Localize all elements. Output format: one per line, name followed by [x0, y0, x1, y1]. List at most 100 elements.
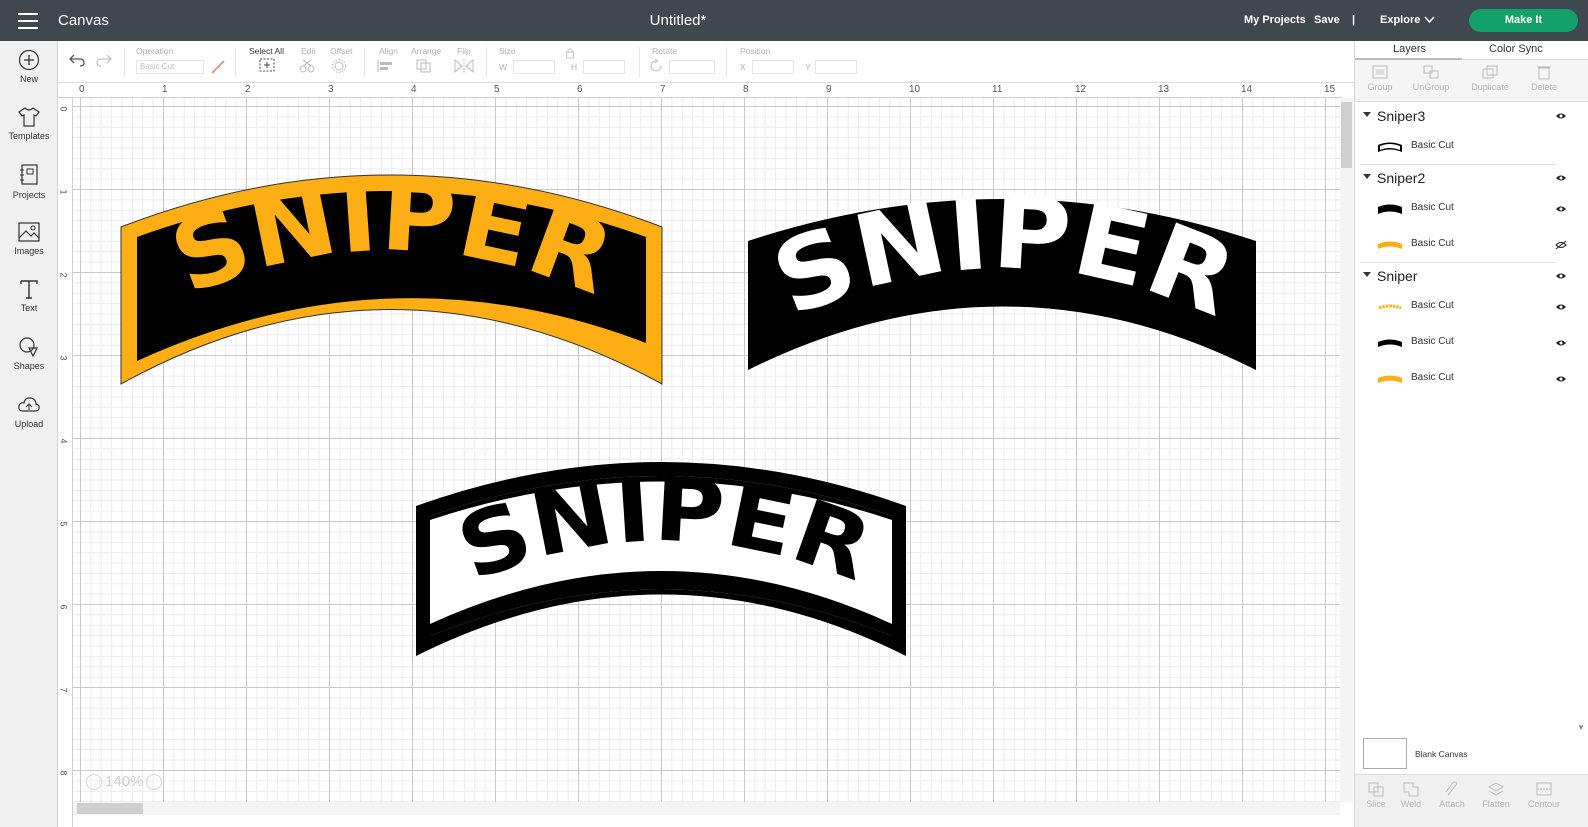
layer-name: Basic Cut [1411, 336, 1454, 347]
tab-color-sync[interactable]: Color Sync [1489, 43, 1543, 55]
ruler-mark: 0 [58, 106, 69, 112]
eye-icon[interactable] [1555, 303, 1567, 311]
weld-button[interactable]: Weld [1390, 781, 1432, 809]
eye-hidden-icon[interactable] [1555, 240, 1567, 250]
delete-button[interactable]: Delete [1519, 64, 1569, 92]
chevron-down-icon [1424, 16, 1435, 24]
flip-icon[interactable] [453, 58, 477, 73]
shapes-icon [19, 337, 38, 358]
width-input[interactable] [513, 60, 555, 74]
layer-name: Basic Cut [1411, 238, 1454, 249]
scroll-thumb[interactable] [77, 803, 143, 814]
attach-button[interactable]: Attach [1431, 781, 1473, 809]
sidebar-item-images[interactable]: Images [0, 221, 58, 256]
sidebar-item-label: New [19, 74, 38, 84]
layer-row[interactable]: Basic Cut [1355, 289, 1588, 325]
layer-group-header[interactable]: Sniper3 [1355, 103, 1588, 129]
lock-icon[interactable] [565, 47, 575, 59]
ruler-mark: 2 [245, 84, 251, 95]
operation-label: Operation [136, 46, 174, 56]
action-label: Flatten [1482, 799, 1510, 809]
x-label: X [740, 62, 746, 72]
ungroup-button[interactable]: UnGroup [1406, 64, 1456, 92]
collapse-caret-icon[interactable] [1363, 272, 1371, 277]
flatten-button[interactable]: Flatten [1475, 781, 1517, 809]
sidebar-item-label: Shapes [13, 361, 45, 371]
blank-canvas-swatch[interactable] [1363, 738, 1407, 769]
top-ruler: 0 1 2 3 4 5 6 7 8 9 10 11 12 13 14 15 [58, 83, 1342, 98]
weld-icon [1403, 782, 1419, 797]
sidebar-item-text[interactable]: Text [0, 278, 58, 313]
rotate-input[interactable] [669, 60, 715, 74]
zoom-in-icon[interactable] [146, 773, 163, 790]
scroll-thumb[interactable] [1341, 102, 1352, 168]
arrange-icon[interactable] [415, 58, 437, 73]
sidebar-item-projects[interactable]: Projects [0, 163, 58, 200]
offset-icon[interactable] [331, 58, 353, 73]
layer-row[interactable]: Basic Cut [1355, 325, 1588, 361]
zoom-out-icon[interactable] [86, 773, 102, 790]
sidebar-item-upload[interactable]: Upload [0, 394, 58, 429]
layer-row[interactable]: Basic Cut [1355, 129, 1588, 165]
ruler-mark: 6 [58, 604, 69, 610]
sidebar-item-templates[interactable]: Templates [0, 106, 58, 141]
eye-icon[interactable] [1555, 205, 1567, 213]
vertical-scrollbar[interactable] [1340, 98, 1353, 802]
action-label: Weld [1400, 799, 1422, 809]
ruler-mark: 8 [743, 84, 749, 95]
size-label: Size [499, 46, 516, 56]
group-button[interactable]: Group [1355, 64, 1405, 92]
eye-icon[interactable] [1555, 174, 1567, 182]
save-button[interactable]: Save [1314, 14, 1340, 26]
my-projects-link[interactable]: My Projects [1244, 14, 1306, 26]
sidebar-item-shapes[interactable]: Shapes [0, 336, 58, 371]
layer-thumbnail [1378, 304, 1402, 310]
document-title[interactable]: Untitled* [0, 12, 1356, 29]
zoom-level: 140% [105, 773, 144, 790]
duplicate-button[interactable]: Duplicate [1465, 64, 1515, 92]
layer-group-sniper[interactable]: Sniper Basic Cut Basic Cut Basic Cut [1355, 263, 1588, 397]
edit-scissors-icon[interactable] [298, 58, 320, 73]
layer-row[interactable]: Basic Cut [1355, 191, 1588, 227]
toolbar-separator [364, 47, 365, 77]
select-all-icon[interactable] [258, 57, 276, 73]
linetype-pen-icon[interactable] [210, 59, 226, 75]
sidebar-item-new[interactable]: New [0, 49, 58, 84]
eye-icon[interactable] [1555, 112, 1567, 120]
layer-group-sniper2[interactable]: Sniper2 Basic Cut Basic Cut [1355, 165, 1588, 263]
layer-group-sniper3[interactable]: Sniper3 Basic Cut [1355, 103, 1588, 165]
sniper3-outline-tab[interactable]: SNIPER [410, 448, 912, 663]
ruler-mark: 15 [1324, 84, 1336, 95]
layer-group-header[interactable]: Sniper2 [1355, 165, 1588, 191]
layer-row[interactable]: Basic Cut [1355, 227, 1588, 263]
eye-icon[interactable] [1555, 375, 1567, 383]
blank-canvas-label: Blank Canvas [1415, 749, 1468, 759]
make-it-button[interactable]: Make It [1469, 9, 1578, 32]
x-position-input[interactable] [752, 60, 794, 74]
sniper-gold-tab[interactable]: SNIPER [115, 155, 670, 390]
align-icon[interactable] [376, 59, 398, 73]
ruler-mark: 10 [909, 84, 921, 95]
explore-dropdown[interactable]: Explore [1380, 14, 1420, 26]
redo-icon[interactable] [95, 53, 113, 67]
tab-layers[interactable]: Layers [1393, 43, 1426, 55]
toolbar-separator [124, 47, 125, 77]
eye-icon[interactable] [1555, 272, 1567, 280]
y-position-input[interactable] [815, 60, 857, 74]
contour-button[interactable]: Contour [1523, 781, 1565, 809]
scroll-down-arrow-icon[interactable]: ▼ [1577, 723, 1585, 732]
layer-row[interactable]: Basic Cut [1355, 361, 1588, 397]
layer-thumbnail [1378, 142, 1402, 152]
undo-icon[interactable] [68, 53, 86, 67]
arrange-label: Arrange [411, 46, 442, 56]
collapse-caret-icon[interactable] [1363, 112, 1371, 117]
rotate-icon [650, 59, 662, 72]
operation-select[interactable]: Basic Cut [136, 60, 204, 74]
flip-label: Flip [457, 46, 471, 56]
collapse-caret-icon[interactable] [1363, 174, 1371, 179]
eye-icon[interactable] [1555, 339, 1567, 347]
horizontal-scrollbar[interactable] [73, 802, 1340, 815]
sniper2-black-tab[interactable]: SNIPER [742, 183, 1262, 378]
layer-group-header[interactable]: Sniper [1355, 263, 1588, 289]
height-input[interactable] [583, 60, 625, 74]
